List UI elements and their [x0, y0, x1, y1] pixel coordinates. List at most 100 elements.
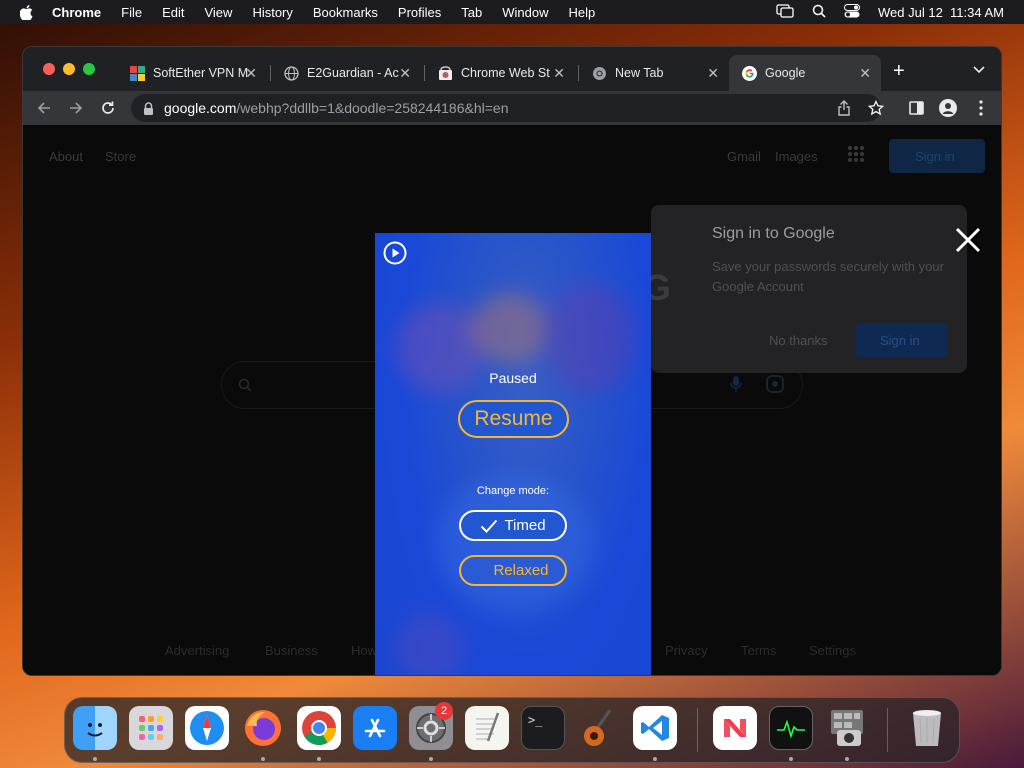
- screen-mirroring-icon[interactable]: [776, 3, 794, 21]
- new-tab-plus-icon[interactable]: +: [893, 61, 905, 81]
- apple-icon[interactable]: [20, 4, 34, 20]
- menu-view[interactable]: View: [204, 5, 232, 20]
- running-indicator: [845, 757, 849, 761]
- back-arrow-icon[interactable]: [33, 97, 55, 119]
- menu-edit[interactable]: Edit: [162, 5, 184, 20]
- reload-icon[interactable]: [97, 97, 119, 119]
- play-icon[interactable]: [383, 241, 407, 265]
- textedit-icon[interactable]: [465, 706, 509, 750]
- menu-help[interactable]: Help: [569, 5, 596, 20]
- search-icon: [238, 378, 252, 397]
- vscode-icon[interactable]: [633, 706, 677, 750]
- launchpad-icon[interactable]: [129, 706, 173, 750]
- menu-history[interactable]: History: [252, 5, 292, 20]
- close-window-button[interactable]: [43, 63, 55, 75]
- resume-button[interactable]: Resume: [458, 400, 569, 438]
- browser-window: SoftEther VPN M ✕ E2Guardian - Ac ✕ Chro…: [22, 46, 1002, 676]
- terminal-icon[interactable]: >_: [521, 706, 565, 750]
- side-panel-icon[interactable]: [906, 98, 926, 118]
- zoom-window-button[interactable]: [83, 63, 95, 75]
- firefox-icon[interactable]: [241, 706, 285, 750]
- blurred-shape: [470, 293, 550, 363]
- tab-e2guardian[interactable]: E2Guardian - Ac ✕: [271, 55, 421, 91]
- footer-business[interactable]: Business: [265, 643, 318, 658]
- tab-title: Google: [765, 66, 806, 80]
- tab-search-chevron-icon[interactable]: [973, 63, 985, 77]
- bookmark-star-icon[interactable]: [866, 98, 886, 118]
- menu-app-name[interactable]: Chrome: [52, 5, 101, 20]
- running-indicator: [789, 757, 793, 761]
- link-store[interactable]: Store: [105, 149, 136, 164]
- share-icon[interactable]: [834, 98, 854, 118]
- link-gmail[interactable]: Gmail: [727, 149, 761, 164]
- menu-window[interactable]: Window: [502, 5, 548, 20]
- minimize-window-button[interactable]: [63, 63, 75, 75]
- tab-google-active[interactable]: Google ✕: [729, 55, 881, 91]
- lock-icon[interactable]: [143, 101, 154, 115]
- dock: 2 >_: [64, 697, 960, 763]
- link-about[interactable]: About: [49, 149, 83, 164]
- app-store-icon[interactable]: [353, 706, 397, 750]
- tab-title: SoftEther VPN M: [153, 66, 249, 80]
- spotlight-search-icon[interactable]: [812, 4, 826, 21]
- footer-advertising[interactable]: Advertising: [165, 643, 229, 658]
- close-tab-icon[interactable]: ✕: [707, 65, 719, 82]
- tab-softether[interactable]: SoftEther VPN M ✕: [117, 55, 267, 91]
- tab-chrome-web-store[interactable]: Chrome Web St ✕: [425, 55, 575, 91]
- garageband-icon[interactable]: [577, 706, 621, 750]
- running-indicator: [317, 757, 321, 761]
- forward-arrow-icon[interactable]: [65, 97, 87, 119]
- menu-clock[interactable]: Wed Jul 12 11:34 AM: [878, 5, 1004, 20]
- image-capture-icon[interactable]: [825, 706, 869, 750]
- control-center-icon[interactable]: [844, 3, 861, 21]
- safari-icon[interactable]: [185, 706, 229, 750]
- url-host: google.com: [164, 100, 237, 116]
- menu-file[interactable]: File: [121, 5, 142, 20]
- lens-search-icon[interactable]: [766, 375, 784, 398]
- sign-in-prompt-title: Sign in to Google: [712, 225, 835, 242]
- voice-search-icon[interactable]: [730, 375, 742, 398]
- no-thanks-button[interactable]: No thanks: [769, 333, 828, 348]
- timed-mode-button[interactable]: Timed: [459, 510, 567, 541]
- link-images[interactable]: Images: [775, 149, 818, 164]
- dock-separator: [697, 708, 698, 752]
- running-indicator: [93, 757, 97, 761]
- header-sign-in-button[interactable]: Sign in: [889, 139, 985, 173]
- tab-title: Chrome Web St: [461, 66, 550, 80]
- news-icon[interactable]: [713, 706, 757, 750]
- menu-tab[interactable]: Tab: [461, 5, 482, 20]
- address-bar[interactable]: google.com/webhp?ddllb=1&doodle=25824418…: [131, 94, 881, 122]
- running-indicator: [653, 757, 657, 761]
- chrome-icon: [591, 65, 607, 81]
- activity-monitor-icon[interactable]: [769, 706, 813, 750]
- chrome-dock-icon[interactable]: [297, 706, 341, 750]
- blurred-shape: [395, 613, 465, 675]
- timed-mode-label: Timed: [504, 517, 546, 534]
- close-tab-icon[interactable]: ✕: [245, 65, 257, 82]
- paused-label: Paused: [489, 370, 537, 386]
- sign-in-prompt-body: Save your passwords securely with your G…: [712, 259, 944, 294]
- menu-bookmarks[interactable]: Bookmarks: [313, 5, 378, 20]
- url-path: /webhp?ddllb=1&doodle=258244186&hl=en: [236, 100, 509, 116]
- close-tab-icon[interactable]: ✕: [859, 65, 871, 82]
- sign-in-prompt: G Sign in to Google Save your passwords …: [643, 205, 967, 373]
- profile-avatar-icon[interactable]: [938, 98, 958, 118]
- kebab-menu-icon[interactable]: [971, 98, 991, 118]
- finder-icon[interactable]: [73, 706, 117, 750]
- close-overlay-icon[interactable]: [953, 225, 983, 255]
- dock-separator: [887, 708, 888, 752]
- footer-settings[interactable]: Settings: [809, 643, 856, 658]
- prompt-sign-in-button[interactable]: Sign in: [856, 323, 948, 357]
- apps-grid-icon[interactable]: [847, 145, 865, 166]
- tab-title: E2Guardian - Ac: [307, 66, 399, 80]
- notification-badge: 2: [435, 702, 453, 720]
- footer-terms[interactable]: Terms: [741, 643, 776, 658]
- close-tab-icon[interactable]: ✕: [553, 65, 565, 82]
- footer-privacy[interactable]: Privacy: [665, 643, 708, 658]
- close-tab-icon[interactable]: ✕: [399, 65, 411, 82]
- tab-new-tab[interactable]: New Tab ✕: [579, 55, 729, 91]
- relaxed-mode-button[interactable]: Relaxed: [459, 555, 567, 586]
- checkmark-icon: [480, 519, 498, 533]
- menu-profiles[interactable]: Profiles: [398, 5, 441, 20]
- trash-icon[interactable]: [905, 706, 949, 750]
